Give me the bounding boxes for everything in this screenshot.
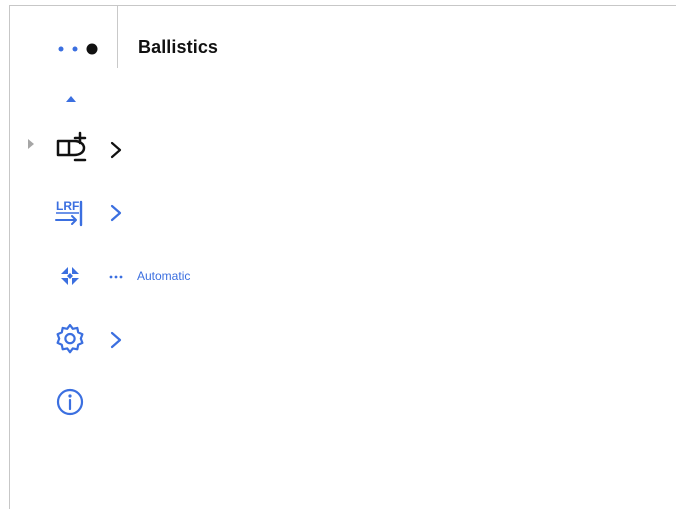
menu-item-settings[interactable] — [50, 319, 270, 359]
info-icon — [56, 388, 84, 416]
chevron-right-icon — [110, 141, 122, 159]
gear-icon — [56, 323, 84, 354]
more-dots-icon — [109, 275, 123, 279]
app-frame: Ballistics LRF Automatic — [9, 5, 676, 509]
ammo-add-remove-icon — [56, 131, 87, 162]
menu-item-info[interactable] — [50, 382, 270, 422]
svg-text:LRF: LRF — [56, 199, 79, 213]
menu-item-lrf[interactable]: LRF — [50, 192, 270, 232]
header-divider — [117, 6, 118, 68]
lrf-icon: LRF — [55, 199, 83, 227]
scroll-up-icon[interactable] — [66, 96, 76, 102]
page-title: Ballistics — [138, 37, 219, 57]
menu-item-zoom[interactable]: Automatic — [50, 256, 270, 296]
zoom-mode-value: Automatic — [137, 269, 191, 283]
zoom-target-icon — [61, 267, 79, 285]
chevron-right-icon — [110, 204, 122, 222]
header: Ballistics — [10, 6, 676, 70]
chevron-right-icon — [110, 331, 122, 349]
expand-arrow-icon[interactable] — [28, 139, 34, 149]
page-dots-icon — [58, 43, 98, 55]
menu-item-ammo[interactable] — [50, 129, 270, 169]
